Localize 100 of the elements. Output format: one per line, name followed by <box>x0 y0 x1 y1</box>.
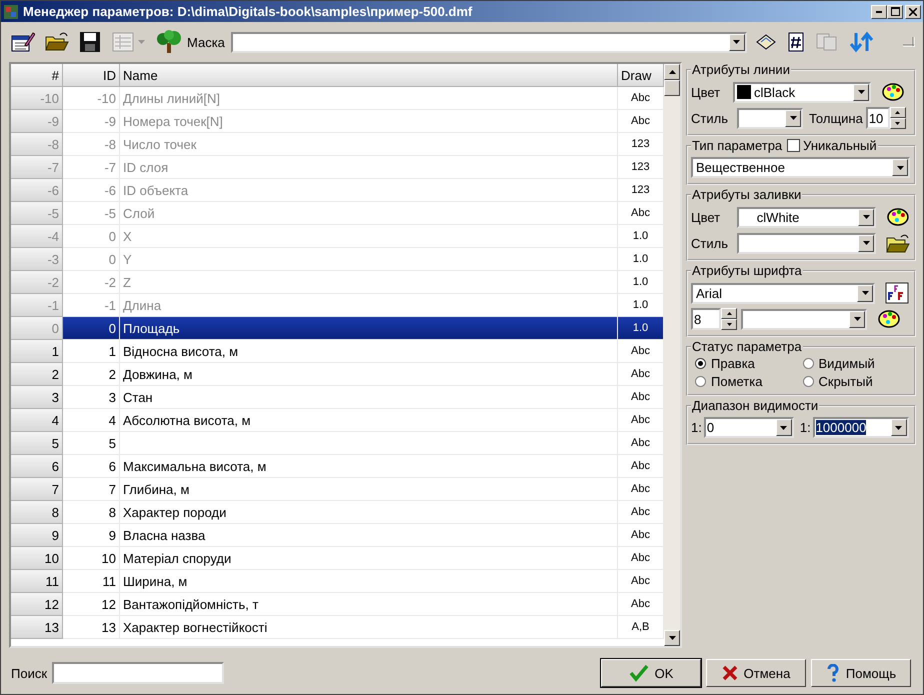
name-cell: Вантажопідйомність, т <box>120 593 618 616</box>
table-row[interactable]: -3 0 Y 1.0 <box>11 248 664 271</box>
name-cell: Число точек <box>120 133 618 156</box>
name-cell: Y <box>120 248 618 271</box>
row-header: 11 <box>11 570 63 593</box>
caret-icon <box>895 426 902 430</box>
radio-button[interactable] <box>802 376 814 387</box>
save-button[interactable] <box>77 29 103 55</box>
fill-style-dropdown[interactable] <box>736 232 876 254</box>
table-row[interactable]: 9 9 Власна назва Abc <box>11 524 664 547</box>
table-row[interactable]: -7 -7 ID слоя 123 <box>11 156 664 179</box>
table-row[interactable]: -4 0 X 1.0 <box>11 225 664 248</box>
palette-icon[interactable] <box>886 206 910 228</box>
mask-dropdown[interactable] <box>230 32 747 52</box>
column-header[interactable]: Name <box>120 64 618 87</box>
scale-prefix: 1: <box>800 420 811 435</box>
table-row[interactable]: 1 1 Відносна висота, м Abc <box>11 340 664 363</box>
close-icon <box>909 8 917 16</box>
max-scale-dropdown[interactable]: 1000000 <box>812 417 909 438</box>
id-cell: 2 <box>63 363 120 386</box>
row-header: 10 <box>11 547 63 570</box>
table-row[interactable]: -5 -5 Слой Abc <box>11 202 664 225</box>
down-arrow-icon <box>895 122 900 125</box>
id-cell: 5 <box>63 432 120 455</box>
name-cell: ID объекта <box>120 179 618 202</box>
table-row[interactable]: 13 13 Характер вогнестійкості A,B <box>11 616 664 639</box>
up-arrow-icon <box>895 111 900 114</box>
table-row[interactable]: 10 10 Матеріал споруди Abc <box>11 547 664 570</box>
radio-label: Скрытый <box>818 374 873 389</box>
cancel-button[interactable]: Отмена <box>706 659 806 687</box>
table-row[interactable]: 5 5 Abc <box>11 432 664 455</box>
table-row[interactable]: 2 2 Довжина, м Abc <box>11 363 664 386</box>
name-cell: Длины линий[N] <box>120 87 618 110</box>
table-row[interactable]: -8 -8 Число точек 123 <box>11 133 664 156</box>
group-title: Атрибуты заливки <box>691 187 802 202</box>
table-row[interactable]: 12 12 Вантажопідйомність, т Abc <box>11 593 664 616</box>
palette-icon[interactable] <box>877 308 901 330</box>
table-row[interactable]: 6 6 Максимальна висота, м Abc <box>11 455 664 478</box>
column-header[interactable]: Draw <box>618 64 664 87</box>
font-icon[interactable] <box>885 282 909 304</box>
ok-button[interactable]: OK <box>601 659 701 687</box>
row-header: -5 <box>11 202 63 225</box>
row-header: 5 <box>11 432 63 455</box>
name-cell: Z <box>120 271 618 294</box>
table-icon <box>111 31 147 53</box>
scroll-thumb[interactable] <box>664 80 680 96</box>
help-button[interactable]: Помощь <box>811 659 911 687</box>
column-header[interactable]: # <box>11 64 63 87</box>
table-row[interactable]: -2 -2 Z 1.0 <box>11 271 664 294</box>
search-field[interactable] <box>52 662 224 684</box>
id-cell: 11 <box>63 570 120 593</box>
line-style-dropdown[interactable] <box>737 108 803 128</box>
maximize-icon <box>890 7 900 16</box>
style-label: Стиль <box>691 236 729 250</box>
minimize-button[interactable] <box>871 4 887 18</box>
font-dropdown[interactable]: Arial <box>691 282 875 304</box>
line-color-dropdown[interactable]: clBlack <box>733 82 871 102</box>
name-cell: Площадь <box>120 317 618 340</box>
table-row[interactable]: 7 7 Глибина, м Abc <box>11 478 664 501</box>
param-type-dropdown[interactable]: Вещественное <box>691 157 910 178</box>
unique-checkbox[interactable] <box>787 139 800 152</box>
caret-icon <box>780 426 788 430</box>
maximize-button[interactable] <box>887 4 903 18</box>
group-title: Диапазон видимости <box>691 398 820 413</box>
copy-icon <box>814 32 839 52</box>
caret-icon <box>862 241 870 245</box>
id-cell: 13 <box>63 616 120 639</box>
table-row[interactable]: -6 -6 ID объекта 123 <box>11 179 664 202</box>
id-cell: -5 <box>63 202 120 225</box>
name-cell: Слой <box>120 202 618 225</box>
column-header[interactable]: ID <box>63 64 120 87</box>
scrollbar[interactable] <box>664 64 680 646</box>
id-cell: 4 <box>63 409 120 432</box>
unique-label: Уникальный <box>803 138 877 153</box>
font-style-dropdown[interactable] <box>741 308 867 330</box>
radio-button[interactable] <box>802 358 814 369</box>
draw-cell: 1.0 <box>618 317 664 340</box>
table-row[interactable]: 4 4 Абсолютна висота, м Abc <box>11 409 664 432</box>
table-row[interactable]: -9 -9 Номера точек[N] Abc <box>11 110 664 133</box>
radio-button[interactable] <box>695 376 706 387</box>
row-header: -1 <box>11 294 63 317</box>
name-cell: Власна назва <box>120 524 618 547</box>
palette-icon[interactable] <box>881 81 905 103</box>
id-cell: -8 <box>63 133 120 156</box>
radio-button[interactable] <box>695 358 706 369</box>
row-header: 8 <box>11 501 63 524</box>
table-row[interactable]: 3 3 Стан Abc <box>11 386 664 409</box>
table-row[interactable]: 11 11 Ширина, м Abc <box>11 570 664 593</box>
table-row[interactable]: 0 0 Площадь 1.0 <box>11 317 664 340</box>
id-cell: 3 <box>63 386 120 409</box>
table-row[interactable]: 8 8 Характер породи Abc <box>11 501 664 524</box>
fill-color-dropdown[interactable]: clWhite <box>736 206 876 228</box>
folder-icon[interactable] <box>886 232 910 254</box>
table-row[interactable]: -10 -10 Длины линий[N] Abc <box>11 87 664 110</box>
row-header: 2 <box>11 363 63 386</box>
close-button[interactable] <box>905 4 921 18</box>
row-header: -6 <box>11 179 63 202</box>
min-scale-dropdown[interactable]: 0 <box>704 417 794 438</box>
name-cell: Стан <box>120 386 618 409</box>
up-arrow-icon <box>726 312 732 315</box>
